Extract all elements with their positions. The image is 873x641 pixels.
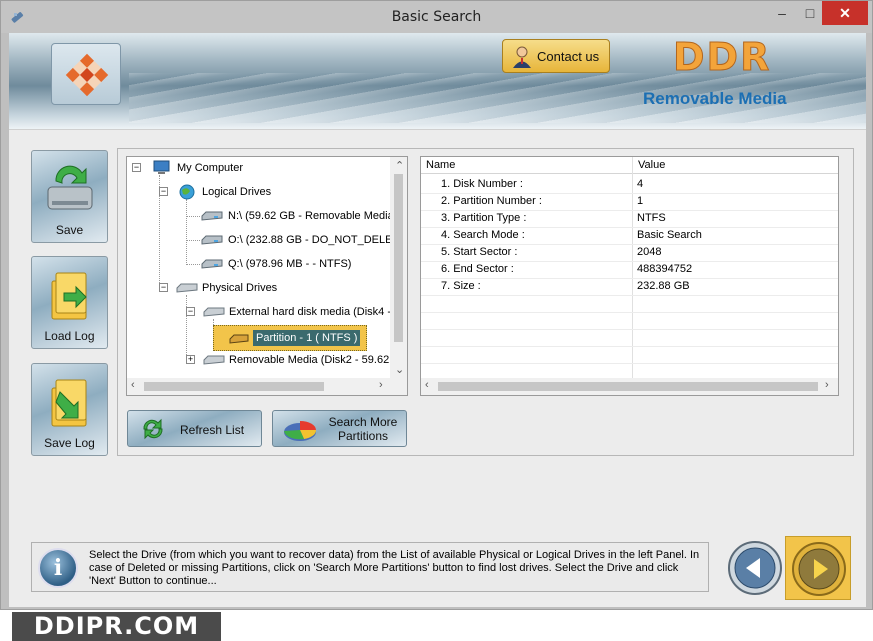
collapse-icon[interactable]: −	[159, 283, 168, 292]
title-bar[interactable]: Basic Search – □ ✕	[1, 1, 872, 33]
cell-value: 2048	[637, 246, 662, 258]
tree-label: Removable Media (Disk2 - 59.62	[229, 354, 390, 366]
tree-horizontal-scrollbar[interactable]: ‹ ›	[127, 378, 407, 395]
search-more-partitions-button[interactable]: Search More Partitions	[272, 410, 407, 447]
computer-icon	[153, 160, 170, 174]
collapse-icon[interactable]: −	[159, 187, 168, 196]
drive-tree[interactable]: − My Computer − Logical Drives N:\ (59.6…	[126, 156, 408, 396]
checker-logo-icon	[65, 53, 109, 97]
scroll-thumb[interactable]	[394, 174, 403, 342]
main-content: Save Load Log Save Log − My Computer − L…	[9, 129, 866, 607]
cell-name: 1. Disk Number :	[441, 178, 523, 190]
cell-value: NTFS	[637, 212, 666, 224]
save-log-label: Save Log	[44, 436, 95, 450]
scroll-up-icon[interactable]: ⌃	[395, 159, 404, 172]
expand-icon[interactable]: +	[186, 355, 195, 364]
hard-drive-icon	[201, 211, 223, 221]
app-logo	[51, 43, 121, 105]
next-button[interactable]	[785, 536, 851, 600]
contact-us-button[interactable]: Contact us	[502, 39, 610, 73]
tree-label: External hard disk media (Disk4 -	[229, 306, 392, 318]
cell-value: 232.88 GB	[637, 280, 690, 292]
collapse-icon[interactable]: −	[132, 163, 141, 172]
window-title: Basic Search	[391, 9, 482, 25]
brand-logo-text: DDR	[672, 35, 772, 80]
cell-name: 3. Partition Type :	[441, 212, 527, 224]
cell-name: 7. Size :	[441, 280, 481, 292]
collapse-icon[interactable]: −	[186, 307, 195, 316]
footer-watermark-logo: DDIPR.COM	[12, 612, 221, 641]
scroll-right-icon[interactable]: ›	[379, 379, 383, 391]
scroll-thumb[interactable]	[438, 382, 818, 391]
pie-chart-icon	[284, 421, 317, 441]
tree-label: Q:\ (978.96 MB - - NTFS)	[228, 258, 352, 270]
minimize-button[interactable]: –	[769, 1, 795, 25]
search-more-label-line2: Partitions	[337, 429, 389, 443]
cell-value: Basic Search	[637, 229, 702, 241]
load-log-label: Load Log	[44, 329, 95, 343]
person-icon	[513, 46, 531, 68]
hard-drive-icon	[176, 283, 198, 293]
brand-subtitle: Removable Media	[643, 89, 787, 108]
info-bar: i Select the Drive (from which you want …	[31, 542, 709, 592]
hard-drive-icon	[201, 259, 223, 269]
globe-drive-icon	[179, 184, 195, 200]
tree-label: Partition - 1 ( NTFS )	[253, 330, 361, 346]
column-header-value[interactable]: Value	[632, 157, 838, 174]
refresh-list-label: Refresh List	[180, 423, 245, 437]
search-more-label-line1: Search More	[328, 415, 398, 429]
scroll-left-icon[interactable]: ‹	[131, 379, 135, 391]
instruction-text: Select the Drive (from which you want to…	[89, 549, 700, 587]
refresh-list-button[interactable]: Refresh List	[127, 410, 262, 447]
tree-item-partition-selected[interactable]: Partition - 1 ( NTFS )	[213, 325, 367, 351]
properties-table: Name Value 1. Disk Number : 4 2. Partiti…	[420, 156, 839, 396]
hard-drive-icon	[203, 355, 225, 365]
app-window: Basic Search – □ ✕ Contact us DDR Remova…	[0, 0, 873, 610]
header-banner: Contact us DDR Removable Media	[9, 33, 866, 129]
cell-value: 1	[637, 195, 644, 207]
save-log-button[interactable]: Save Log	[31, 363, 108, 456]
scroll-down-icon[interactable]: ⌄	[395, 363, 404, 376]
column-header-name[interactable]: Name	[421, 157, 632, 174]
drive-panel: − My Computer − Logical Drives N:\ (59.6…	[117, 148, 854, 456]
cell-value: 488394752	[637, 263, 693, 275]
scroll-thumb[interactable]	[144, 382, 324, 391]
next-arrow-icon	[792, 542, 846, 596]
partition-drive-icon	[229, 334, 249, 344]
scroll-left-icon[interactable]: ‹	[425, 379, 429, 391]
close-button[interactable]: ✕	[822, 1, 868, 25]
tree-label: Physical Drives	[202, 282, 278, 294]
tree-label: O:\ (232.88 GB - DO_NOT_DELE	[228, 234, 393, 246]
cell-name: 5. Start Sector :	[441, 246, 518, 258]
back-arrow-icon	[728, 541, 782, 595]
table-horizontal-scrollbar[interactable]: ‹ ›	[421, 378, 838, 395]
contact-us-label: Contact us	[537, 49, 600, 64]
save-folder-icon	[51, 379, 87, 427]
load-log-button[interactable]: Load Log	[31, 256, 108, 349]
tree-label: N:\ (59.62 GB - Removable Media	[228, 210, 394, 222]
cell-name: 2. Partition Number :	[441, 195, 542, 207]
cell-name: 6. End Sector :	[441, 263, 514, 275]
tree-label: My Computer	[177, 162, 244, 174]
save-drive-icon	[47, 165, 93, 210]
info-icon: i	[38, 548, 78, 588]
cell-value: 4	[637, 178, 644, 190]
refresh-icon	[143, 418, 163, 440]
load-folder-icon	[51, 272, 87, 320]
hard-drive-icon	[203, 307, 225, 317]
hard-drive-icon	[201, 235, 223, 245]
cell-name: 4. Search Mode :	[441, 229, 525, 241]
maximize-button[interactable]: □	[797, 1, 823, 25]
back-button[interactable]	[724, 538, 786, 598]
tree-vertical-scrollbar[interactable]: ⌃ ⌄	[390, 157, 407, 380]
save-button[interactable]: Save	[31, 150, 108, 243]
tree-label: Logical Drives	[202, 186, 272, 198]
save-label: Save	[55, 223, 84, 237]
scroll-right-icon[interactable]: ›	[825, 379, 829, 391]
